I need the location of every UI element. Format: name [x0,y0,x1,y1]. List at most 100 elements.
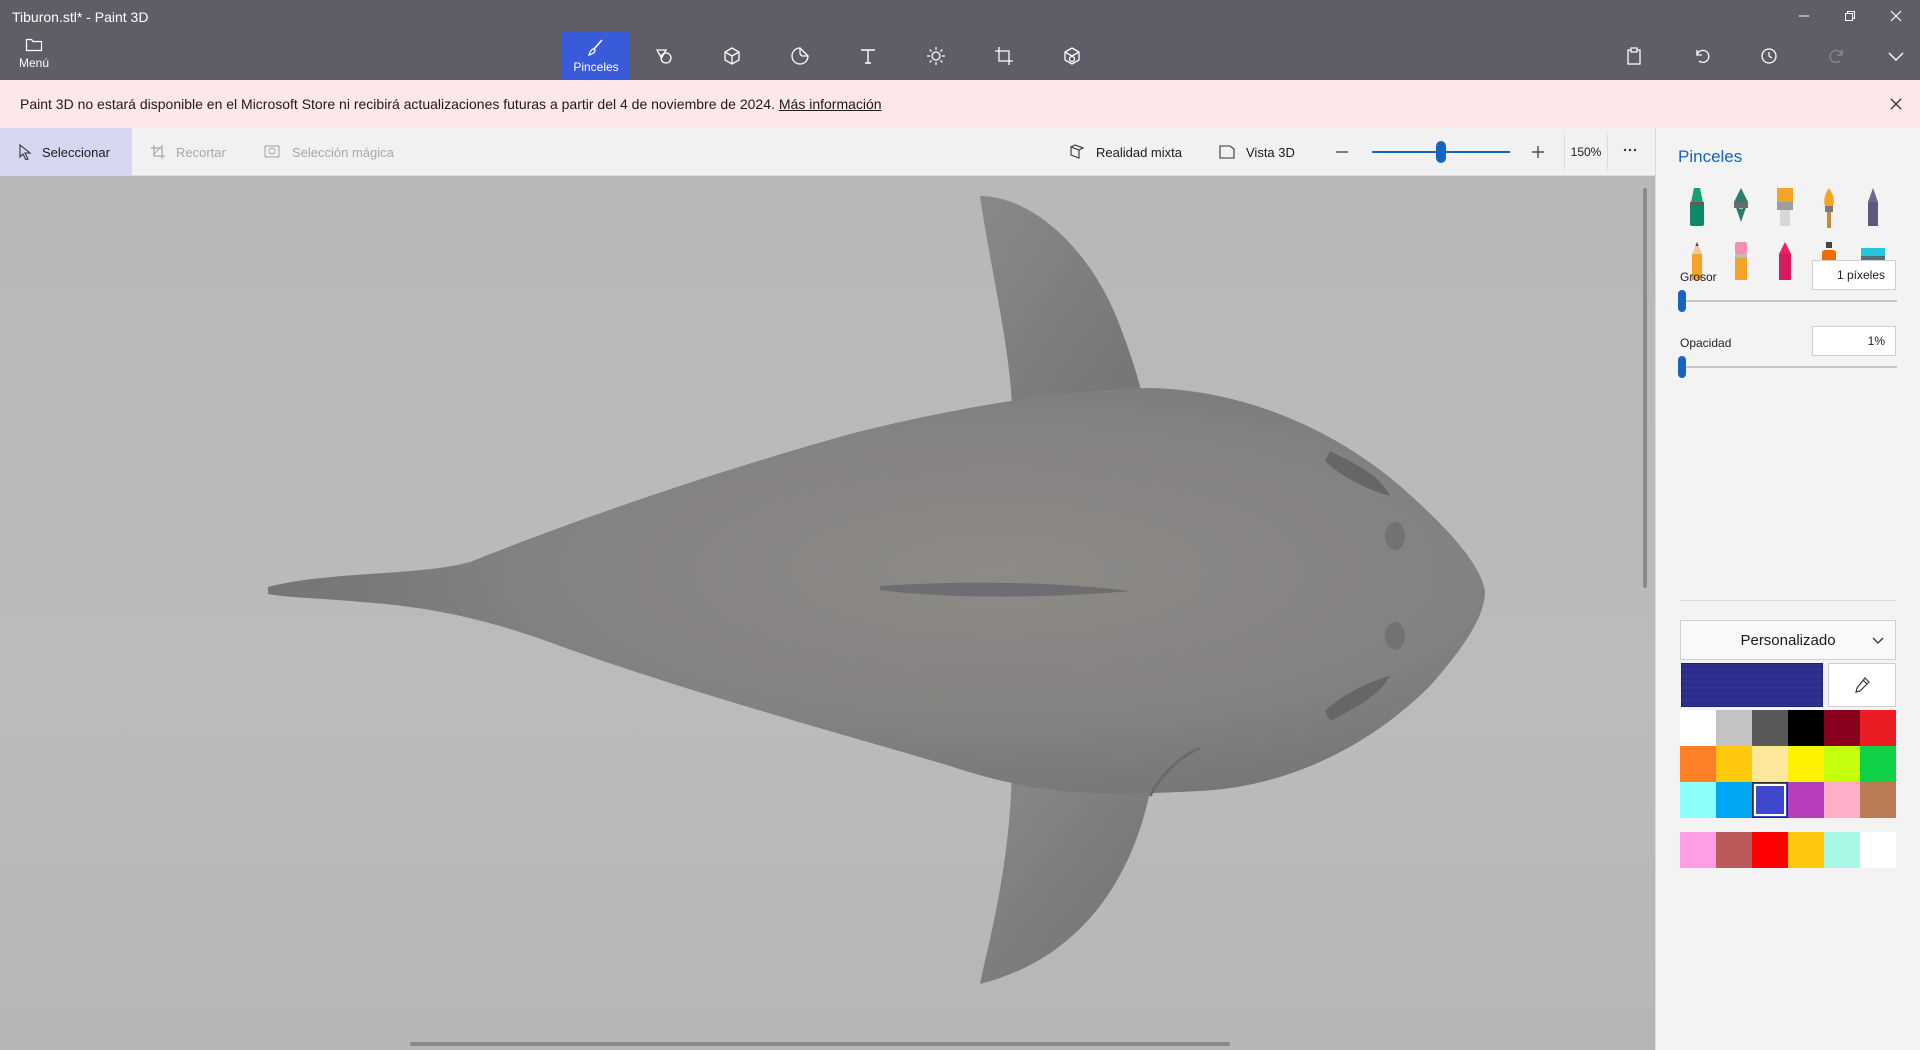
watercolor-icon [1824,188,1834,228]
eraser-brush[interactable] [1726,240,1756,284]
undo-icon [1696,49,1710,64]
color-swatch[interactable] [1824,710,1860,746]
color-swatch[interactable] [1680,782,1716,818]
opacity-slider-thumb[interactable] [1678,356,1686,378]
secondary-toolbar: Seleccionar Recortar Selección mágica Re… [0,128,1655,176]
expand-toolbar-button[interactable] [1876,40,1916,72]
color-swatch[interactable] [1788,782,1824,818]
minimize-button[interactable] [1781,0,1827,32]
color-swatch[interactable] [1860,746,1896,782]
crayon-icon [1779,242,1791,280]
redo-button[interactable] [1817,40,1857,72]
window-title: Tiburon.stl* - Paint 3D [12,9,149,25]
view-3d-button[interactable]: Vista 3D [1200,128,1313,176]
zoom-out-button[interactable] [1334,144,1350,163]
more-options-button[interactable] [1622,142,1638,163]
panel-title: Pinceles [1678,147,1743,166]
ellipsis-icon [1623,148,1637,152]
custom-color-swatch[interactable] [1752,832,1788,868]
calligraphy-pen-brush[interactable] [1726,186,1756,230]
color-swatch[interactable] [1716,746,1752,782]
color-swatch[interactable] [1860,710,1896,746]
3d-canvas[interactable] [0,176,1655,1050]
eyedropper-button[interactable] [1828,663,1896,707]
tab-stickers[interactable] [766,32,834,80]
color-swatch[interactable] [1860,782,1896,818]
color-mode-value: Personalizado [1740,631,1836,649]
shark-model[interactable] [0,176,1655,1050]
color-swatch[interactable] [1752,782,1788,818]
custom-color-swatch[interactable] [1860,832,1896,868]
marker-icon [1690,188,1704,226]
restore-button[interactable] [1827,0,1873,32]
minus-icon [1336,151,1348,153]
tab-brushes-label: Pinceles [573,60,619,74]
crayon-brush[interactable] [1770,240,1800,284]
more-info-link[interactable]: Más información [779,96,882,112]
clipboard-icon [1627,47,1641,65]
tab-3d-library[interactable] [1038,32,1106,80]
color-swatch[interactable] [1788,746,1824,782]
close-icon [1890,98,1902,110]
thickness-input[interactable]: 1 píxeles [1812,260,1896,290]
history-button[interactable] [1749,40,1789,72]
tab-2d-shapes[interactable] [630,32,698,80]
text-icon [861,49,875,64]
color-swatch[interactable] [1824,782,1860,818]
color-swatch[interactable] [1716,710,1752,746]
color-mode-dropdown[interactable]: Personalizado [1680,620,1896,660]
color-swatch[interactable] [1752,710,1788,746]
oil-brush-icon [1777,188,1793,226]
close-window-button[interactable] [1873,0,1919,32]
magic-select-button[interactable]: Selección mágica [246,128,412,176]
watercolor-brush[interactable] [1814,186,1844,230]
color-swatch[interactable] [1680,746,1716,782]
color-swatch[interactable] [1788,710,1824,746]
color-swatch[interactable] [1752,746,1788,782]
custom-color-swatch[interactable] [1680,832,1716,868]
current-color-preview[interactable] [1681,663,1823,707]
title-bar: Tiburon.stl* - Paint 3D Menú Pinceles [0,0,1920,80]
tab-3d-shapes[interactable] [698,32,766,80]
tab-canvas[interactable] [970,32,1038,80]
undo-button[interactable] [1682,40,1722,72]
oil-brush[interactable] [1770,186,1800,230]
redo-icon [1829,49,1843,64]
menu-button[interactable]: Menú [10,36,58,76]
chevron-down-icon [1888,52,1904,61]
opacity-input[interactable]: 1% [1812,326,1896,356]
thickness-label: Grosor [1680,270,1717,284]
horizontal-scrollbar[interactable] [410,1042,1230,1046]
color-swatch[interactable] [1824,746,1860,782]
paste-button[interactable] [1614,40,1654,72]
pixel-pen-icon [1868,188,1878,226]
history-icon [1761,48,1777,64]
custom-color-swatch[interactable] [1788,832,1824,868]
crop-canvas-icon [995,47,1013,65]
custom-color-swatch[interactable] [1824,832,1860,868]
custom-color-swatch[interactable] [1716,832,1752,868]
dismiss-notice-button[interactable] [1884,92,1908,116]
marker-brush[interactable] [1682,186,1712,230]
sun-icon [927,47,945,65]
brush-icon [587,39,603,57]
zoom-slider-thumb[interactable] [1436,141,1446,163]
select-tool-button[interactable]: Seleccionar [0,128,132,176]
color-swatch[interactable] [1680,710,1716,746]
thickness-slider-thumb[interactable] [1678,290,1686,312]
tab-brushes[interactable]: Pinceles [562,32,630,80]
zoom-in-button[interactable] [1530,144,1546,163]
zoom-value[interactable]: 150% [1564,134,1608,170]
magic-select-icon [264,145,280,158]
tab-effects[interactable] [902,32,970,80]
color-swatch[interactable] [1716,782,1752,818]
opacity-slider-track[interactable] [1681,366,1897,368]
tab-text[interactable] [834,32,902,80]
pixel-pen-brush[interactable] [1858,186,1888,230]
crop-tool-button[interactable]: Recortar [132,128,244,176]
deprecation-notice: Paint 3D no estará disponible en el Micr… [0,80,1920,128]
3d-view-icon [1219,145,1235,159]
mixed-reality-button[interactable]: Realidad mixta [1050,128,1200,176]
thickness-slider-track[interactable] [1681,300,1897,302]
vertical-scrollbar[interactable] [1643,188,1647,588]
